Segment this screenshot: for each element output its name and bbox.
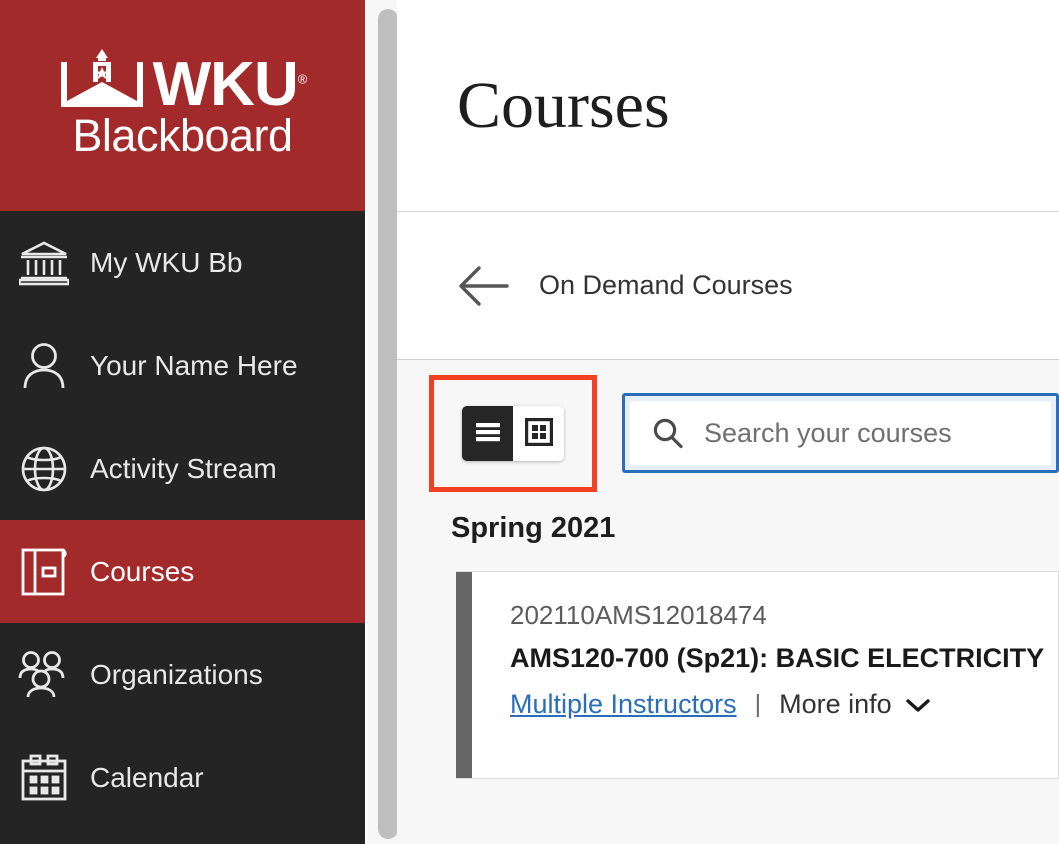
page-title: Courses — [457, 68, 670, 142]
sidebar-item-my-wku-bb[interactable]: My WKU Bb — [0, 211, 365, 314]
page-scrollbar[interactable] — [365, 0, 398, 844]
multiple-instructors-link[interactable]: Multiple Instructors — [510, 689, 737, 720]
page-header: Courses — [397, 0, 1059, 212]
person-icon — [14, 342, 74, 390]
sidebar-item-calendar[interactable]: Calendar — [0, 726, 365, 829]
institution-icon — [14, 240, 74, 286]
view-toggle-annotation-highlight — [429, 374, 597, 492]
app-root: WKU® Blackboard My WKU Bb Your Name Here… — [0, 0, 1059, 844]
scrollbar-track[interactable] — [372, 0, 398, 844]
search-icon — [648, 417, 688, 449]
sidebar-item-label: Organizations — [90, 658, 263, 690]
back-link-label: On Demand Courses — [539, 270, 793, 300]
people-group-icon — [14, 650, 74, 700]
sidebar-nav: My WKU Bb Your Name Here Activity Stream… — [0, 211, 365, 829]
course-id: 202110AMS12018474 — [510, 600, 767, 630]
meta-divider: | — [754, 690, 762, 719]
grid-view-button[interactable] — [513, 405, 564, 461]
sidebar: WKU® Blackboard My WKU Bb Your Name Here… — [0, 0, 365, 844]
logo-blackboard-text: Blackboard — [72, 110, 293, 161]
course-card-accent-bar — [456, 572, 472, 778]
breadcrumb: On Demand Courses — [397, 212, 1059, 360]
back-to-on-demand-courses-button[interactable]: On Demand Courses — [457, 265, 793, 307]
more-info-label: More info — [779, 689, 892, 720]
sidebar-item-label: Activity Stream — [90, 452, 277, 484]
sidebar-item-label: My WKU Bb — [90, 246, 243, 278]
search-courses-field[interactable] — [622, 393, 1059, 473]
course-card-meta: Multiple Instructors | More info — [510, 689, 1044, 720]
search-input[interactable] — [704, 417, 1051, 449]
sidebar-item-courses[interactable]: Courses — [0, 520, 365, 623]
wku-tower-logo-icon — [59, 49, 145, 111]
list-icon — [474, 420, 502, 447]
course-card[interactable]: 202110AMS12018474 AMS120-700 (Sp21): BAS… — [456, 571, 1059, 779]
courses-book-icon — [14, 547, 74, 597]
wku-blackboard-logo[interactable]: WKU® Blackboard — [0, 0, 365, 211]
more-info-button[interactable]: More info — [779, 689, 931, 720]
sidebar-item-activity-stream[interactable]: Activity Stream — [0, 417, 365, 520]
main-content: Courses On Demand Courses Search your co… — [397, 0, 1059, 844]
list-view-button[interactable] — [462, 405, 513, 461]
chevron-down-icon — [892, 697, 931, 713]
courses-toolbar — [429, 360, 1059, 500]
sidebar-item-label: Your Name Here — [90, 349, 298, 381]
sidebar-item-your-name-here[interactable]: Your Name Here — [0, 314, 365, 417]
grid-icon — [524, 417, 553, 449]
logo-wku-text: WKU® — [152, 49, 308, 119]
arrow-left-icon — [457, 265, 509, 307]
sidebar-item-label: Courses — [90, 555, 195, 587]
scrollbar-thumb[interactable] — [378, 9, 398, 839]
calendar-icon — [14, 754, 74, 802]
view-toggle-group — [462, 405, 564, 461]
course-title[interactable]: AMS120-700 (Sp21): BASIC ELECTRICITY — [510, 640, 1044, 677]
sidebar-item-organizations[interactable]: Organizations — [0, 623, 365, 726]
courses-content-area: Spring 2021 202110AMS12018474 AMS120-700… — [397, 360, 1059, 844]
term-heading: Spring 2021 — [451, 512, 616, 544]
globe-icon — [14, 445, 74, 493]
course-list: 202110AMS12018474 AMS120-700 (Sp21): BAS… — [456, 571, 1059, 779]
sidebar-item-label: Calendar — [90, 761, 204, 793]
